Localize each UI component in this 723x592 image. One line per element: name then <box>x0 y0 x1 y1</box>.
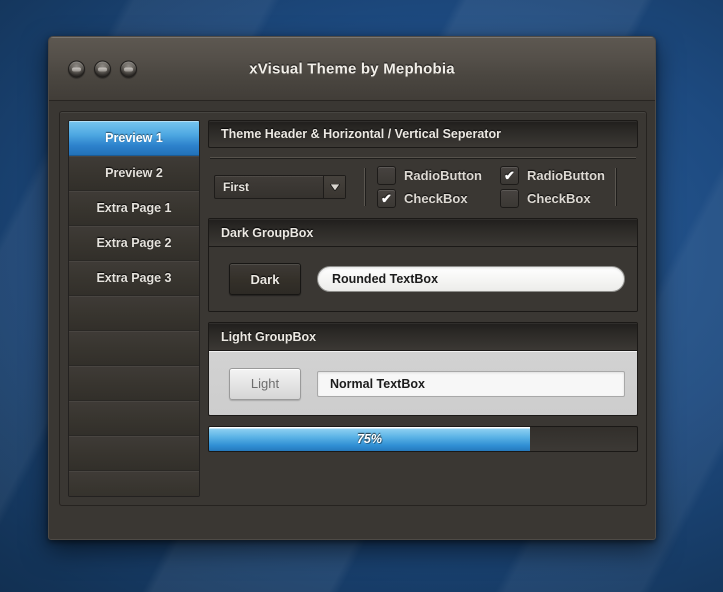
dark-groupbox: Dark GroupBox Dark Rounded TextBox <box>208 218 638 312</box>
checkbox-right-label: CheckBox <box>527 191 591 206</box>
window-title: xVisual Theme by Mephobia <box>49 60 655 77</box>
checkbox-left-label: CheckBox <box>404 191 468 206</box>
sidebar-tablist: Preview 1 Preview 2 Extra Page 1 Extra P… <box>68 120 200 497</box>
sidebar-item-empty <box>69 366 199 401</box>
radiobutton-left-label: RadioButton <box>404 168 482 183</box>
checkbox-box[interactable]: ✔ <box>500 189 519 208</box>
checkbox-box[interactable]: ✔ <box>500 166 519 185</box>
normal-textbox[interactable]: Normal TextBox <box>317 371 625 397</box>
dropdown-value: First <box>215 176 323 198</box>
horizontal-separator <box>210 157 636 158</box>
checkbox-grid: ✔ RadioButton ✔ RadioButton <box>377 165 605 209</box>
sidebar-item-extra-page-2[interactable]: Extra Page 2 <box>69 226 199 261</box>
sidebar-item-extra-page-3[interactable]: Extra Page 3 <box>69 261 199 296</box>
sidebar-item-label: Extra Page 2 <box>96 236 171 250</box>
radiobutton-right-label: RadioButton <box>527 168 605 183</box>
inner-panel: Preview 1 Preview 2 Extra Page 1 Extra P… <box>59 111 647 506</box>
checkbox-box[interactable]: ✔ <box>377 189 396 208</box>
window-body: Preview 1 Preview 2 Extra Page 1 Extra P… <box>49 101 655 539</box>
app-window: xVisual Theme by Mephobia Preview 1 Prev… <box>48 36 656 540</box>
sidebar-item-empty <box>69 436 199 471</box>
window-titlebar[interactable]: xVisual Theme by Mephobia <box>49 37 655 101</box>
light-groupbox-title: Light GroupBox <box>209 323 637 351</box>
sidebar-item-empty <box>69 471 199 497</box>
checkbox-left[interactable]: ✔ CheckBox <box>377 189 482 208</box>
desktop-background: xVisual Theme by Mephobia Preview 1 Prev… <box>0 0 723 592</box>
sidebar-item-empty <box>69 401 199 436</box>
sidebar-item-empty <box>69 331 199 366</box>
checkbox-box[interactable]: ✔ <box>377 166 396 185</box>
chevron-down-icon[interactable] <box>323 176 345 198</box>
dark-groupbox-title: Dark GroupBox <box>209 219 637 247</box>
sidebar-item-preview-1[interactable]: Preview 1 <box>69 121 199 156</box>
sidebar-item-extra-page-1[interactable]: Extra Page 1 <box>69 191 199 226</box>
checkbox-right[interactable]: ✔ CheckBox <box>500 189 605 208</box>
dark-groupbox-body: Dark Rounded TextBox <box>209 247 637 311</box>
light-groupbox-body: Light Normal TextBox <box>209 351 637 415</box>
sidebar-item-label: Extra Page 1 <box>96 201 171 215</box>
first-dropdown[interactable]: First <box>214 175 346 199</box>
vertical-separator <box>364 168 365 206</box>
content-area: Theme Header & Horizontal / Vertical Sep… <box>208 120 638 497</box>
sidebar-item-label: Preview 1 <box>105 131 163 145</box>
radiobutton-right[interactable]: ✔ RadioButton <box>500 166 605 185</box>
vertical-separator-right <box>615 168 616 206</box>
controls-row: First <box>208 166 638 208</box>
check-icon: ✔ <box>381 192 392 205</box>
dropdown-wrapper: First <box>214 175 346 199</box>
sidebar-item-empty <box>69 296 199 331</box>
theme-header-label: Theme Header & Horizontal / Vertical Sep… <box>221 127 501 141</box>
theme-header: Theme Header & Horizontal / Vertical Sep… <box>208 120 638 148</box>
check-icon: ✔ <box>504 169 515 182</box>
sidebar-item-preview-2[interactable]: Preview 2 <box>69 156 199 191</box>
sidebar-item-label: Extra Page 3 <box>96 271 171 285</box>
sidebar-item-label: Preview 2 <box>105 166 163 180</box>
radiobutton-left[interactable]: ✔ RadioButton <box>377 166 482 185</box>
light-button[interactable]: Light <box>229 368 301 400</box>
progress-bar-label: 75% <box>209 427 530 451</box>
progress-bar: 75% <box>208 426 638 452</box>
dark-button[interactable]: Dark <box>229 263 301 295</box>
rounded-textbox[interactable]: Rounded TextBox <box>317 266 625 292</box>
light-groupbox: Light GroupBox Light Normal TextBox <box>208 322 638 416</box>
